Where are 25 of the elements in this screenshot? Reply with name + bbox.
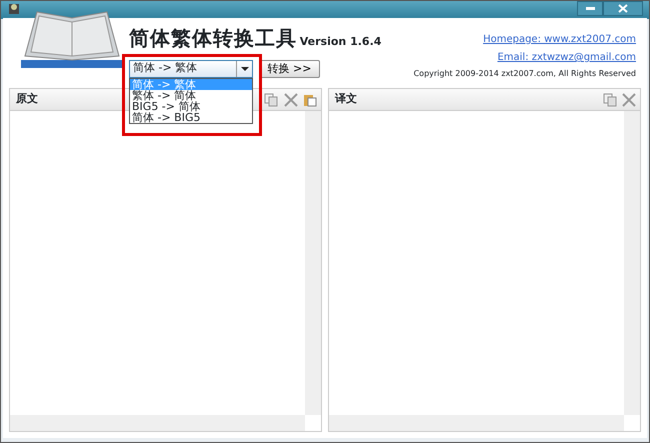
cut-icon[interactable] [284, 92, 298, 106]
dropdown-option[interactable]: 繁体 -> 简体 [130, 90, 252, 100]
dropdown-option[interactable]: BIG5 -> 简体 [130, 100, 252, 112]
dropdown-option[interactable]: 简体 -> BIG5 [130, 112, 252, 122]
horizontal-scrollbar[interactable] [329, 415, 624, 431]
close-icon [618, 4, 628, 13]
copy-icon[interactable] [264, 92, 278, 106]
copy-icon[interactable] [602, 92, 616, 106]
app-title: 简体繁体转换工具 [129, 26, 297, 50]
close-button[interactable] [603, 1, 643, 16]
copyright-text: Copyright 2009-2014 zxt2007.com, All Rights Reserved [414, 68, 636, 80]
vertical-scrollbar[interactable] [624, 111, 640, 415]
cut-icon[interactable] [622, 92, 636, 106]
dropdown-arrow-icon [236, 60, 252, 76]
mode-dropdown[interactable]: 简体 -> 繁体 [129, 60, 253, 78]
minimize-button[interactable] [577, 1, 603, 16]
horizontal-scrollbar[interactable] [10, 415, 305, 431]
app-icon [7, 1, 21, 15]
paste-icon[interactable] [303, 92, 317, 106]
version-label: Version 1.6.4 [300, 34, 382, 50]
email-link[interactable]: Email: zxtwzwz@gmail.com [497, 50, 636, 65]
homepage-link[interactable]: Homepage: www.zxt2007.com [483, 32, 636, 47]
vertical-scrollbar[interactable] [305, 111, 321, 415]
panel-title: 原文 [16, 91, 38, 108]
panel-title: 译文 [335, 91, 357, 108]
